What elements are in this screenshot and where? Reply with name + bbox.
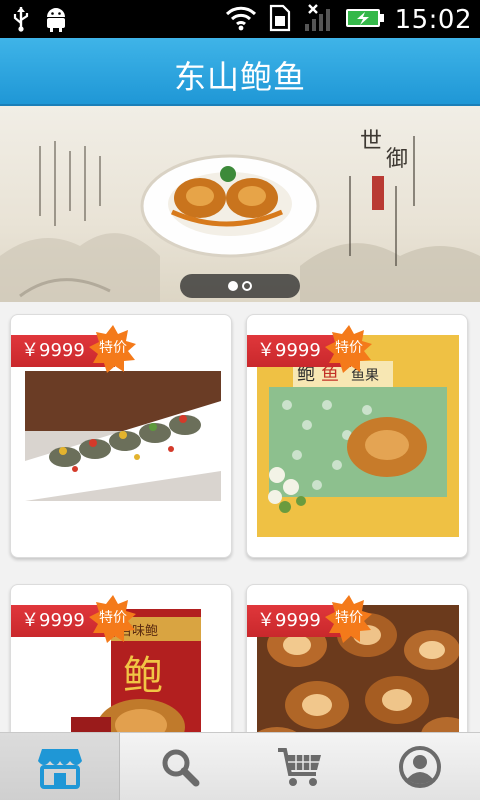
product-grid: ￥9999 特价 鲍 鱼 鱼果 ￥9999 特价 百味鲍 鲍 ￥9999 特价 … (0, 302, 480, 732)
user-icon (399, 746, 441, 788)
cart-icon (278, 748, 321, 786)
search-icon (162, 749, 200, 787)
tab-profile[interactable] (360, 733, 480, 800)
product-card[interactable]: 百味鲍 鲍 ￥9999 特价 (10, 584, 232, 732)
svg-text:御: 御 (386, 147, 408, 172)
battery-charging-icon (345, 7, 385, 33)
android-debug-icon (44, 6, 68, 36)
product-card[interactable]: 鲍 鱼 鱼果 ￥9999 特价 (246, 314, 468, 558)
banner-image: 世 御 (0, 129, 480, 302)
page-title: 东山鲍鱼 (173, 58, 306, 96)
pager-dot[interactable] (242, 281, 252, 291)
tab-search[interactable] (120, 733, 240, 800)
banner-carousel[interactable]: 世 御 (0, 106, 480, 302)
carousel-pager[interactable] (180, 274, 300, 298)
product-card[interactable]: ￥9999 特价 (246, 584, 468, 732)
title-bar: 东山鲍鱼 (0, 38, 480, 106)
usb-icon (12, 6, 30, 36)
wifi-icon (225, 5, 257, 35)
clock: 15:02 (394, 5, 472, 35)
sim-icon (267, 4, 293, 36)
sale-badge: 特价 (335, 610, 363, 626)
sale-badge: 特价 (99, 610, 127, 626)
product-card[interactable]: ￥9999 特价 (10, 314, 232, 558)
sale-badge: 特价 (99, 340, 127, 356)
product-image (25, 371, 221, 501)
svg-text:鲍: 鲍 (297, 364, 315, 385)
bottom-tab-bar (0, 732, 480, 800)
tab-store[interactable] (0, 733, 120, 800)
status-bar: 15:02 (0, 0, 480, 38)
signal-icon (303, 4, 335, 36)
svg-text:世: 世 (360, 129, 382, 154)
svg-text:鲍: 鲍 (123, 653, 163, 699)
sale-badge: 特价 (335, 340, 363, 356)
store-icon (37, 749, 82, 789)
tab-cart[interactable] (240, 733, 360, 800)
pager-dot-active[interactable] (228, 281, 238, 291)
